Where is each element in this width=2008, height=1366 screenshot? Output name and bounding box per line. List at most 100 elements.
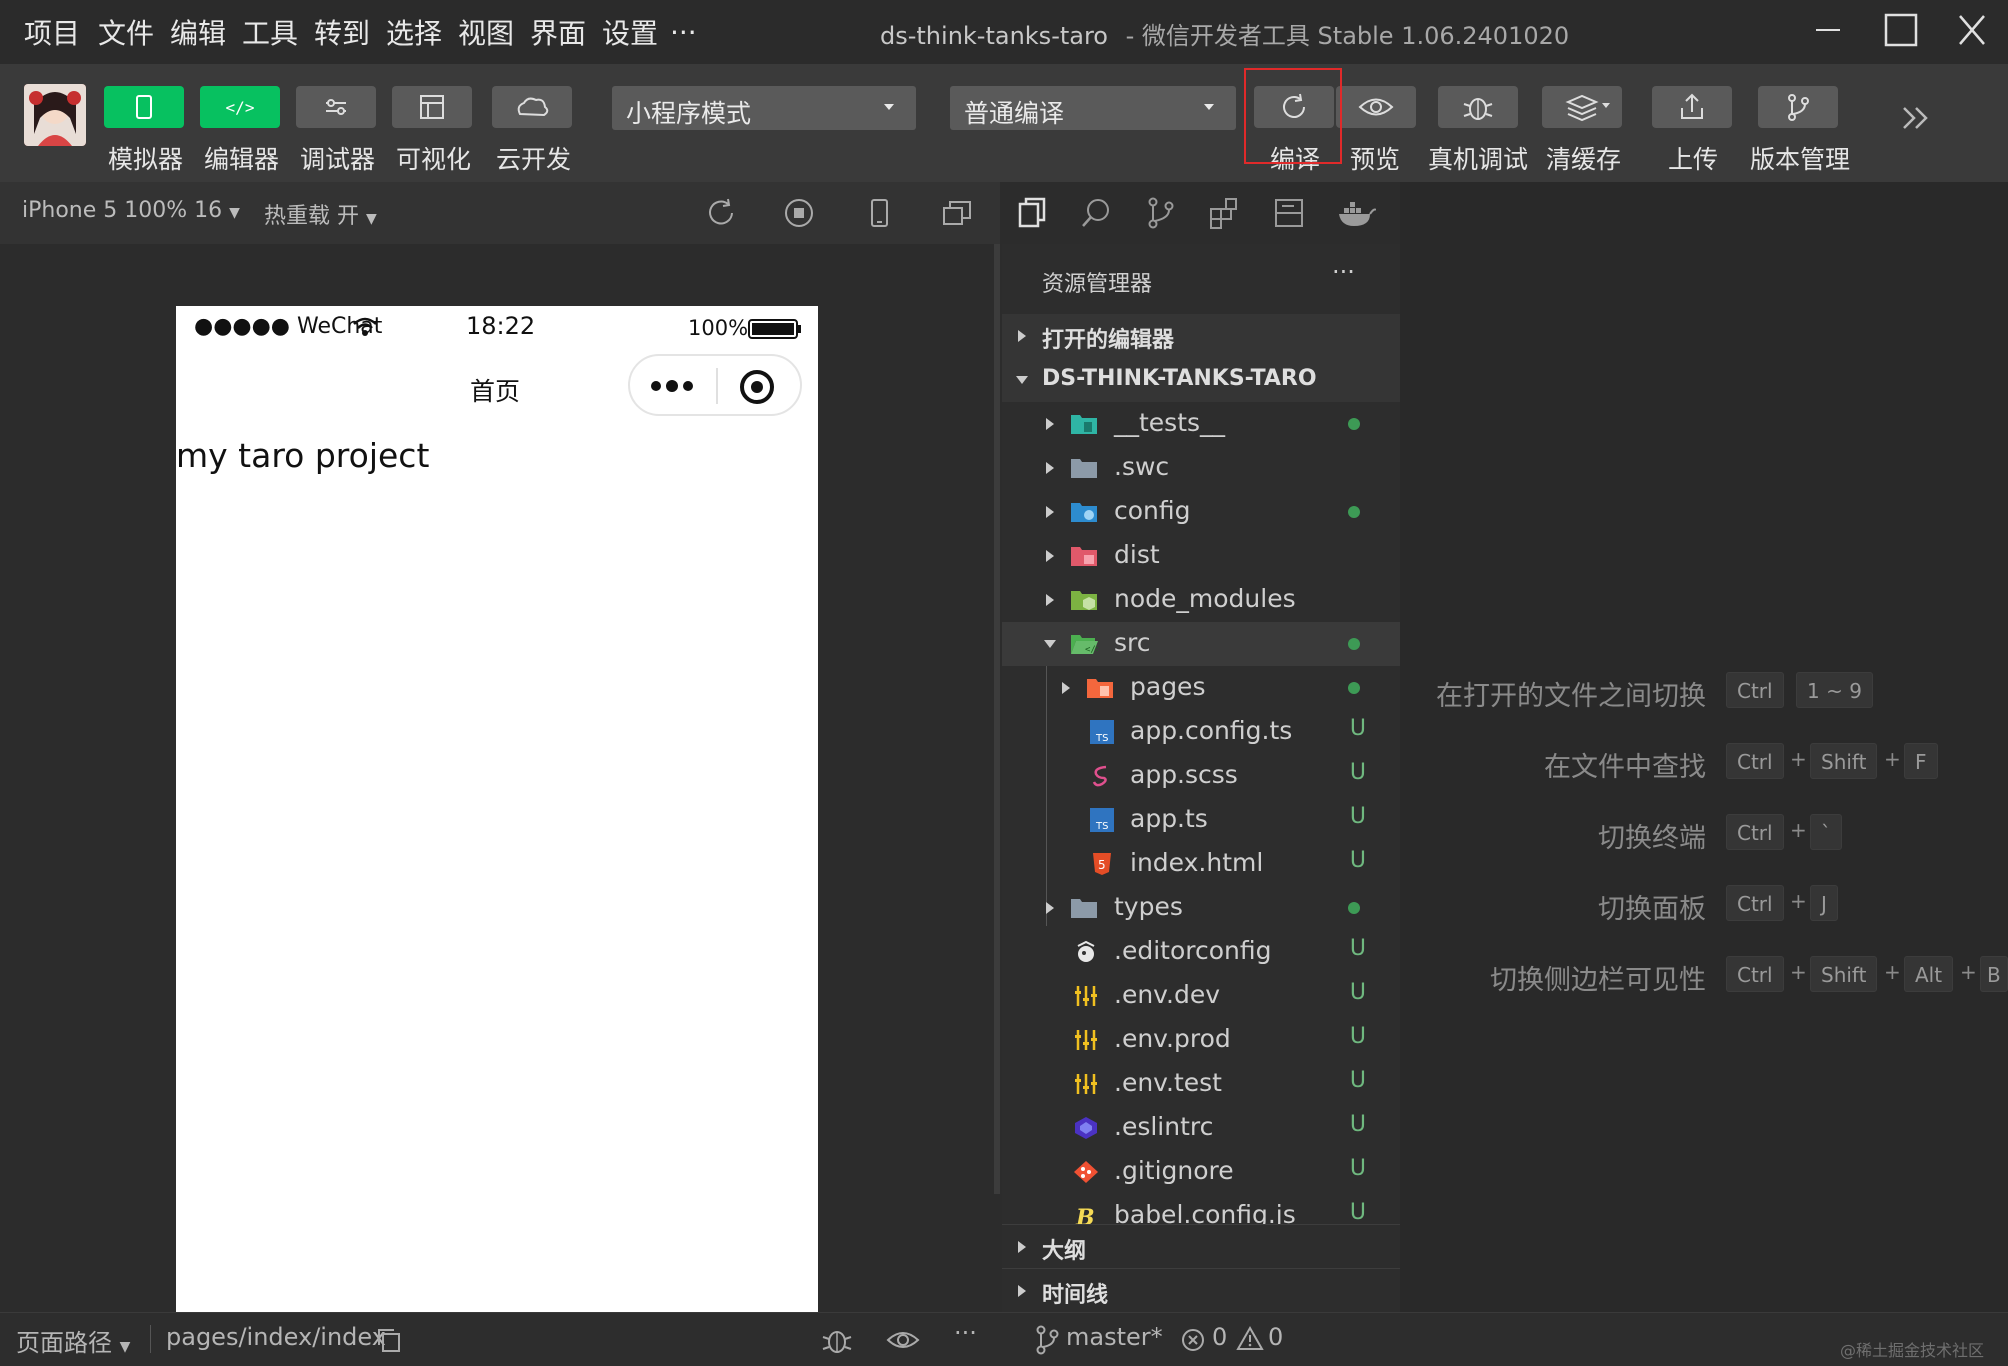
folder-row-src[interactable]: </> src (1002, 622, 1400, 666)
timeline-section[interactable]: 时间线 (1002, 1268, 1400, 1312)
preview-button[interactable] (1336, 86, 1416, 128)
close-button[interactable] (1942, 8, 2002, 52)
menu-tools[interactable]: 工具 (242, 12, 298, 52)
extensions-icon[interactable] (1208, 196, 1242, 230)
file-name: app.scss (1130, 760, 1238, 789)
visual-toggle-button[interactable] (392, 86, 472, 128)
hot-reload-select[interactable]: 热重载 开 ▼ (264, 198, 377, 230)
file-row-env-dev[interactable]: .env.dev U (1002, 974, 1400, 1018)
shortcut-key: F (1904, 743, 1938, 779)
user-avatar[interactable] (24, 84, 86, 146)
main-toolbar: 模拟器 </> 编辑器 调试器 可视化 云开发 小程序模式 普通编译 编译 预览… (0, 64, 2008, 182)
folder-row-pages[interactable]: pages (1002, 666, 1400, 710)
upload-button[interactable] (1652, 86, 1732, 128)
upload-icon (1681, 93, 1703, 119)
editor-toggle-button[interactable]: </> (200, 86, 280, 128)
folder-row-tests[interactable]: __tests__ (1002, 402, 1400, 446)
chevron-right-icon (1046, 902, 1054, 914)
folder-row-types[interactable]: types (1002, 886, 1400, 930)
source-control-icon[interactable] (1144, 196, 1178, 230)
shortcut-plus: + (1960, 960, 1977, 984)
menu-file[interactable]: 文件 (98, 12, 154, 52)
menu-interface[interactable]: 界面 (530, 12, 586, 52)
folder-row-node-modules[interactable]: node_modules (1002, 578, 1400, 622)
bug-icon[interactable] (820, 1323, 854, 1357)
shortcut-key: Shift (1810, 956, 1878, 992)
toolbar-more-button[interactable] (1896, 98, 1936, 138)
search-icon[interactable] (1080, 196, 1114, 230)
svg-text:</>: </> (226, 98, 255, 117)
page-path-select[interactable]: 页面路径 ▼ (16, 1323, 130, 1358)
menu-project[interactable]: 项目 (24, 12, 80, 52)
maximize-button[interactable] (1870, 8, 1930, 52)
file-row-env-test[interactable]: .env.test U (1002, 1062, 1400, 1106)
phone-icon[interactable] (862, 196, 896, 230)
open-editors-section[interactable]: 打开的编辑器 (1002, 314, 1400, 358)
warning-icon[interactable] (1236, 1325, 1264, 1353)
menu-more[interactable]: ... (670, 8, 697, 41)
minimize-button[interactable] (1798, 8, 1858, 52)
clear-cache-label: 清缓存 (1546, 145, 1622, 174)
svg-text:TS: TS (1095, 821, 1108, 832)
file-row-eslintrc[interactable]: .eslintrc U (1002, 1106, 1400, 1150)
file-row-index-html[interactable]: 5 index.html U (1002, 842, 1400, 886)
menu-select[interactable]: 选择 (386, 12, 442, 52)
file-row-app-ts[interactable]: TS app.ts U (1002, 798, 1400, 842)
file-name: node_modules (1114, 584, 1296, 613)
error-icon[interactable] (1180, 1327, 1206, 1353)
file-row-editorconfig[interactable]: .editorconfig U (1002, 930, 1400, 974)
more-dots-icon[interactable] (648, 374, 700, 398)
untracked-badge: U (1349, 848, 1366, 873)
reload-icon[interactable] (704, 196, 738, 230)
untracked-badge: U (1349, 1112, 1366, 1137)
remote-debug-button[interactable] (1438, 86, 1518, 128)
outline-section[interactable]: 大纲 (1002, 1224, 1400, 1268)
eye-icon[interactable] (886, 1325, 920, 1355)
copy-icon[interactable] (376, 1327, 402, 1353)
src-folder-open-icon: </> (1071, 635, 1098, 655)
branch-icon[interactable] (1034, 1325, 1060, 1355)
storage-icon[interactable] (1272, 196, 1306, 230)
stop-icon[interactable] (782, 196, 816, 230)
svg-text:</>: </> (1085, 645, 1098, 655)
menu-edit[interactable]: 编辑 (170, 12, 226, 52)
file-name: dist (1114, 540, 1160, 569)
shortcut-label: 切换侧边栏可见性 (1490, 965, 1706, 996)
file-row-app-scss[interactable]: app.scss U (1002, 754, 1400, 798)
folder-row-swc[interactable]: .swc (1002, 446, 1400, 490)
menu-view[interactable]: 视图 (458, 12, 514, 52)
shortcut-key: Ctrl (1726, 885, 1784, 921)
menu-goto[interactable]: 转到 (314, 12, 370, 52)
status-more-icon[interactable]: ··· (954, 1319, 977, 1347)
clear-cache-button[interactable] (1542, 86, 1622, 128)
file-row-gitignore[interactable]: .gitignore U (1002, 1150, 1400, 1194)
project-section[interactable]: DS-THINK-TANKS-TARO (1002, 358, 1400, 402)
detach-window-icon[interactable] (940, 196, 974, 230)
untracked-badge: U (1349, 1200, 1366, 1225)
files-icon[interactable] (1016, 196, 1050, 230)
menu-settings[interactable]: 设置 (602, 12, 658, 52)
explorer-more-button[interactable]: ··· (1332, 258, 1355, 286)
modified-dot (1348, 682, 1360, 694)
version-button[interactable] (1758, 86, 1838, 128)
typescript-file-icon: TS (1090, 720, 1114, 744)
device-select[interactable]: iPhone 5 100% 16 ▼ (22, 198, 240, 223)
typescript-file-icon: TS (1090, 808, 1114, 832)
panel-divider[interactable] (994, 244, 1000, 1194)
test-folder-icon (1071, 415, 1097, 434)
compile-mode-select[interactable]: 普通编译 (950, 86, 1236, 130)
docker-icon[interactable] (1336, 196, 1376, 230)
folder-row-dist[interactable]: dist (1002, 534, 1400, 578)
close-target-icon[interactable] (738, 368, 776, 406)
untracked-badge: U (1349, 1068, 1366, 1093)
chevron-right-icon (1046, 418, 1054, 430)
cloud-button[interactable] (492, 86, 572, 128)
simulator-toggle-button[interactable] (104, 86, 184, 128)
mode-select[interactable]: 小程序模式 (612, 86, 916, 130)
compile-mode-value: 普通编译 (964, 99, 1065, 128)
branch-name[interactable]: master* (1066, 1323, 1163, 1351)
file-row-env-prod[interactable]: .env.prod U (1002, 1018, 1400, 1062)
file-row-app-config-ts[interactable]: TS app.config.ts U (1002, 710, 1400, 754)
debugger-toggle-button[interactable] (296, 86, 376, 128)
folder-row-config[interactable]: config (1002, 490, 1400, 534)
